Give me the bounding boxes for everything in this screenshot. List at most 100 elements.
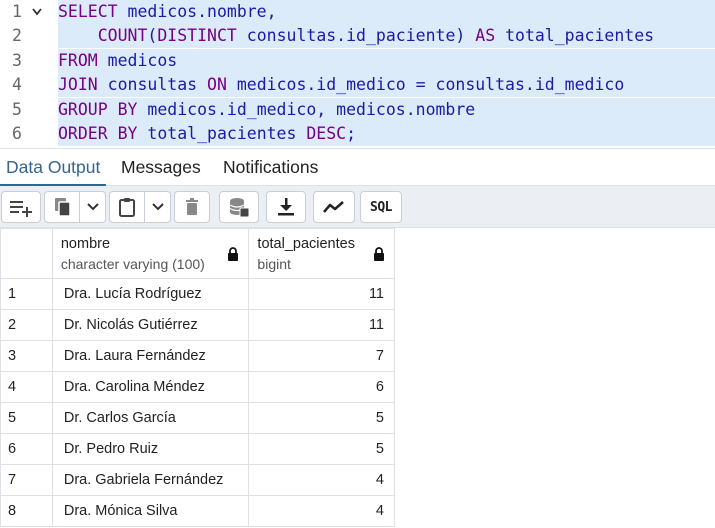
- download-icon: [278, 198, 294, 216]
- editor-line[interactable]: 5 GROUP BY medicos.id_medico, medicos.nom…: [0, 97, 715, 122]
- cell-total-pacientes[interactable]: 5: [248, 433, 395, 465]
- cell-nombre[interactable]: Dra. Lucía Rodríguez: [51, 278, 250, 310]
- add-row-button[interactable]: [1, 191, 41, 223]
- row-number: 8: [0, 495, 53, 527]
- paste-icon: [119, 198, 135, 217]
- sql-keyword: FROM: [58, 50, 98, 70]
- table-row[interactable]: 5 Dr. Carlos García 5: [0, 402, 395, 434]
- tab-messages[interactable]: Messages: [115, 149, 207, 186]
- sql-text: medicos.nombre,: [117, 2, 277, 21]
- code-text: COUNT(DISTINCT consultas.id_paciente) AS…: [58, 24, 715, 49]
- add-row-icon: [10, 201, 32, 217]
- sql-button[interactable]: SQL: [360, 191, 402, 223]
- cell-nombre[interactable]: Dra. Mónica Silva: [51, 495, 250, 527]
- cell-total-pacientes[interactable]: 4: [248, 495, 395, 527]
- line-number: 6: [12, 124, 22, 143]
- sql-text: medicos: [97, 50, 178, 70]
- paste-options-button[interactable]: [145, 191, 171, 223]
- delete-button[interactable]: [174, 191, 210, 223]
- line-gutter: 5: [0, 98, 52, 122]
- sql-keyword: ON: [207, 75, 227, 95]
- editor-line[interactable]: 3 FROM medicos: [0, 48, 715, 73]
- tab-notifications[interactable]: Notifications: [217, 149, 324, 186]
- sql-icon: SQL: [370, 199, 392, 215]
- sql-keyword: DESC: [306, 124, 347, 143]
- editor-line[interactable]: 4 JOIN consultas ON medicos.id_medico = c…: [0, 73, 715, 98]
- cell-total-pacientes[interactable]: 11: [248, 309, 395, 341]
- sql-keyword: ORDER BY: [58, 124, 138, 143]
- line-number: 4: [12, 75, 22, 95]
- cell-nombre[interactable]: Dra. Gabriela Fernández: [51, 464, 250, 496]
- line-number: 3: [12, 50, 22, 70]
- sql-text: consultas: [97, 75, 208, 95]
- paste-button[interactable]: [109, 191, 145, 223]
- lock-icon: [374, 247, 384, 261]
- cell-total-pacientes[interactable]: 11: [248, 278, 395, 310]
- cell-nombre[interactable]: Dr. Nicolás Gutiérrez: [51, 309, 250, 341]
- copy-options-button[interactable]: [80, 191, 106, 223]
- graph-icon: [323, 201, 344, 213]
- table-row[interactable]: 7 Dra. Gabriela Fernández 4: [0, 464, 395, 496]
- row-number: 3: [0, 340, 53, 372]
- column-header-total-pacientes[interactable]: total_pacientes bigint: [248, 228, 395, 279]
- row-number: 5: [0, 402, 53, 434]
- row-number: 2: [0, 309, 53, 341]
- editor-line[interactable]: 6 ORDER BY total_pacientes DESC;: [0, 122, 715, 146]
- table-row[interactable]: 3 Dra. Laura Fernández 7: [0, 340, 395, 372]
- editor-line[interactable]: 1 SELECT medicos.nombre,: [0, 0, 715, 24]
- dropdown-icon: [151, 203, 164, 211]
- table-row[interactable]: 4 Dra. Carolina Méndez 6: [0, 371, 395, 403]
- delete-icon: [186, 198, 198, 215]
- data-toolbar: SQL: [0, 186, 715, 228]
- download-button[interactable]: [266, 191, 306, 223]
- table-row[interactable]: 1 Dra. Lucía Rodríguez 11: [0, 278, 395, 310]
- sql-text: medicos.id_medico = consultas.id_medico: [226, 75, 625, 95]
- table-row[interactable]: 2 Dr. Nicolás Gutiérrez 11: [0, 309, 395, 341]
- code-text: SELECT medicos.nombre,: [58, 0, 715, 24]
- line-gutter: 1: [0, 0, 52, 24]
- tab-data-output[interactable]: Data Output: [0, 149, 107, 187]
- line-gutter: 2: [0, 24, 52, 48]
- save-data-button[interactable]: [219, 191, 259, 223]
- line-gutter: 3: [0, 49, 52, 73]
- code-text: ORDER BY total_pacientes DESC;: [58, 122, 715, 146]
- dropdown-icon: [86, 203, 99, 211]
- cell-nombre[interactable]: Dra. Carolina Méndez: [51, 371, 250, 403]
- line-gutter: 4: [0, 73, 52, 97]
- cell-total-pacientes[interactable]: 6: [248, 371, 395, 403]
- cell-nombre[interactable]: Dr. Pedro Ruiz: [51, 433, 250, 465]
- lock-icon: [228, 247, 239, 261]
- line-number: 1: [12, 2, 22, 21]
- cell-nombre[interactable]: Dr. Carlos García: [51, 402, 250, 434]
- cell-total-pacientes[interactable]: 5: [248, 402, 395, 434]
- table-row[interactable]: 8 Dra. Mónica Silva 4: [0, 495, 395, 527]
- sql-text: medicos.id_medico, medicos.nombre: [137, 99, 476, 119]
- row-number: 4: [0, 371, 53, 403]
- sql-keyword: GROUP BY: [58, 99, 138, 119]
- column-name: total_pacientes: [257, 236, 355, 252]
- line-gutter: 6: [0, 122, 52, 146]
- table-row[interactable]: 6 Dr. Pedro Ruiz 5: [0, 433, 395, 465]
- row-number: 7: [0, 464, 53, 496]
- code-text: GROUP BY medicos.id_medico, medicos.nomb…: [58, 97, 715, 122]
- graph-visualiser-button[interactable]: [313, 191, 355, 223]
- save-data-icon: [229, 198, 250, 218]
- row-number: 6: [0, 433, 53, 465]
- sql-text: (: [147, 26, 158, 46]
- cell-nombre[interactable]: Dra. Laura Fernández: [51, 340, 250, 372]
- cell-total-pacientes[interactable]: 7: [248, 340, 395, 372]
- row-number: 1: [0, 278, 53, 310]
- column-type: character varying (100): [60, 256, 205, 272]
- sql-editor[interactable]: 1 SELECT medicos.nombre, 2 COUNT(DISTINCT …: [0, 0, 715, 146]
- cell-total-pacientes[interactable]: 4: [248, 464, 395, 496]
- sql-keyword: JOIN: [58, 75, 98, 95]
- row-number-header: [0, 228, 53, 279]
- copy-button[interactable]: [44, 191, 80, 223]
- copy-icon: [55, 198, 71, 217]
- result-tabs: Data Output Messages Notifications: [0, 148, 715, 187]
- sql-keyword: SELECT: [58, 2, 118, 21]
- editor-line[interactable]: 2 COUNT(DISTINCT consultas.id_paciente) …: [0, 24, 715, 49]
- sql-text: ;: [346, 124, 357, 143]
- column-header-nombre[interactable]: nombre character varying (100): [51, 228, 250, 279]
